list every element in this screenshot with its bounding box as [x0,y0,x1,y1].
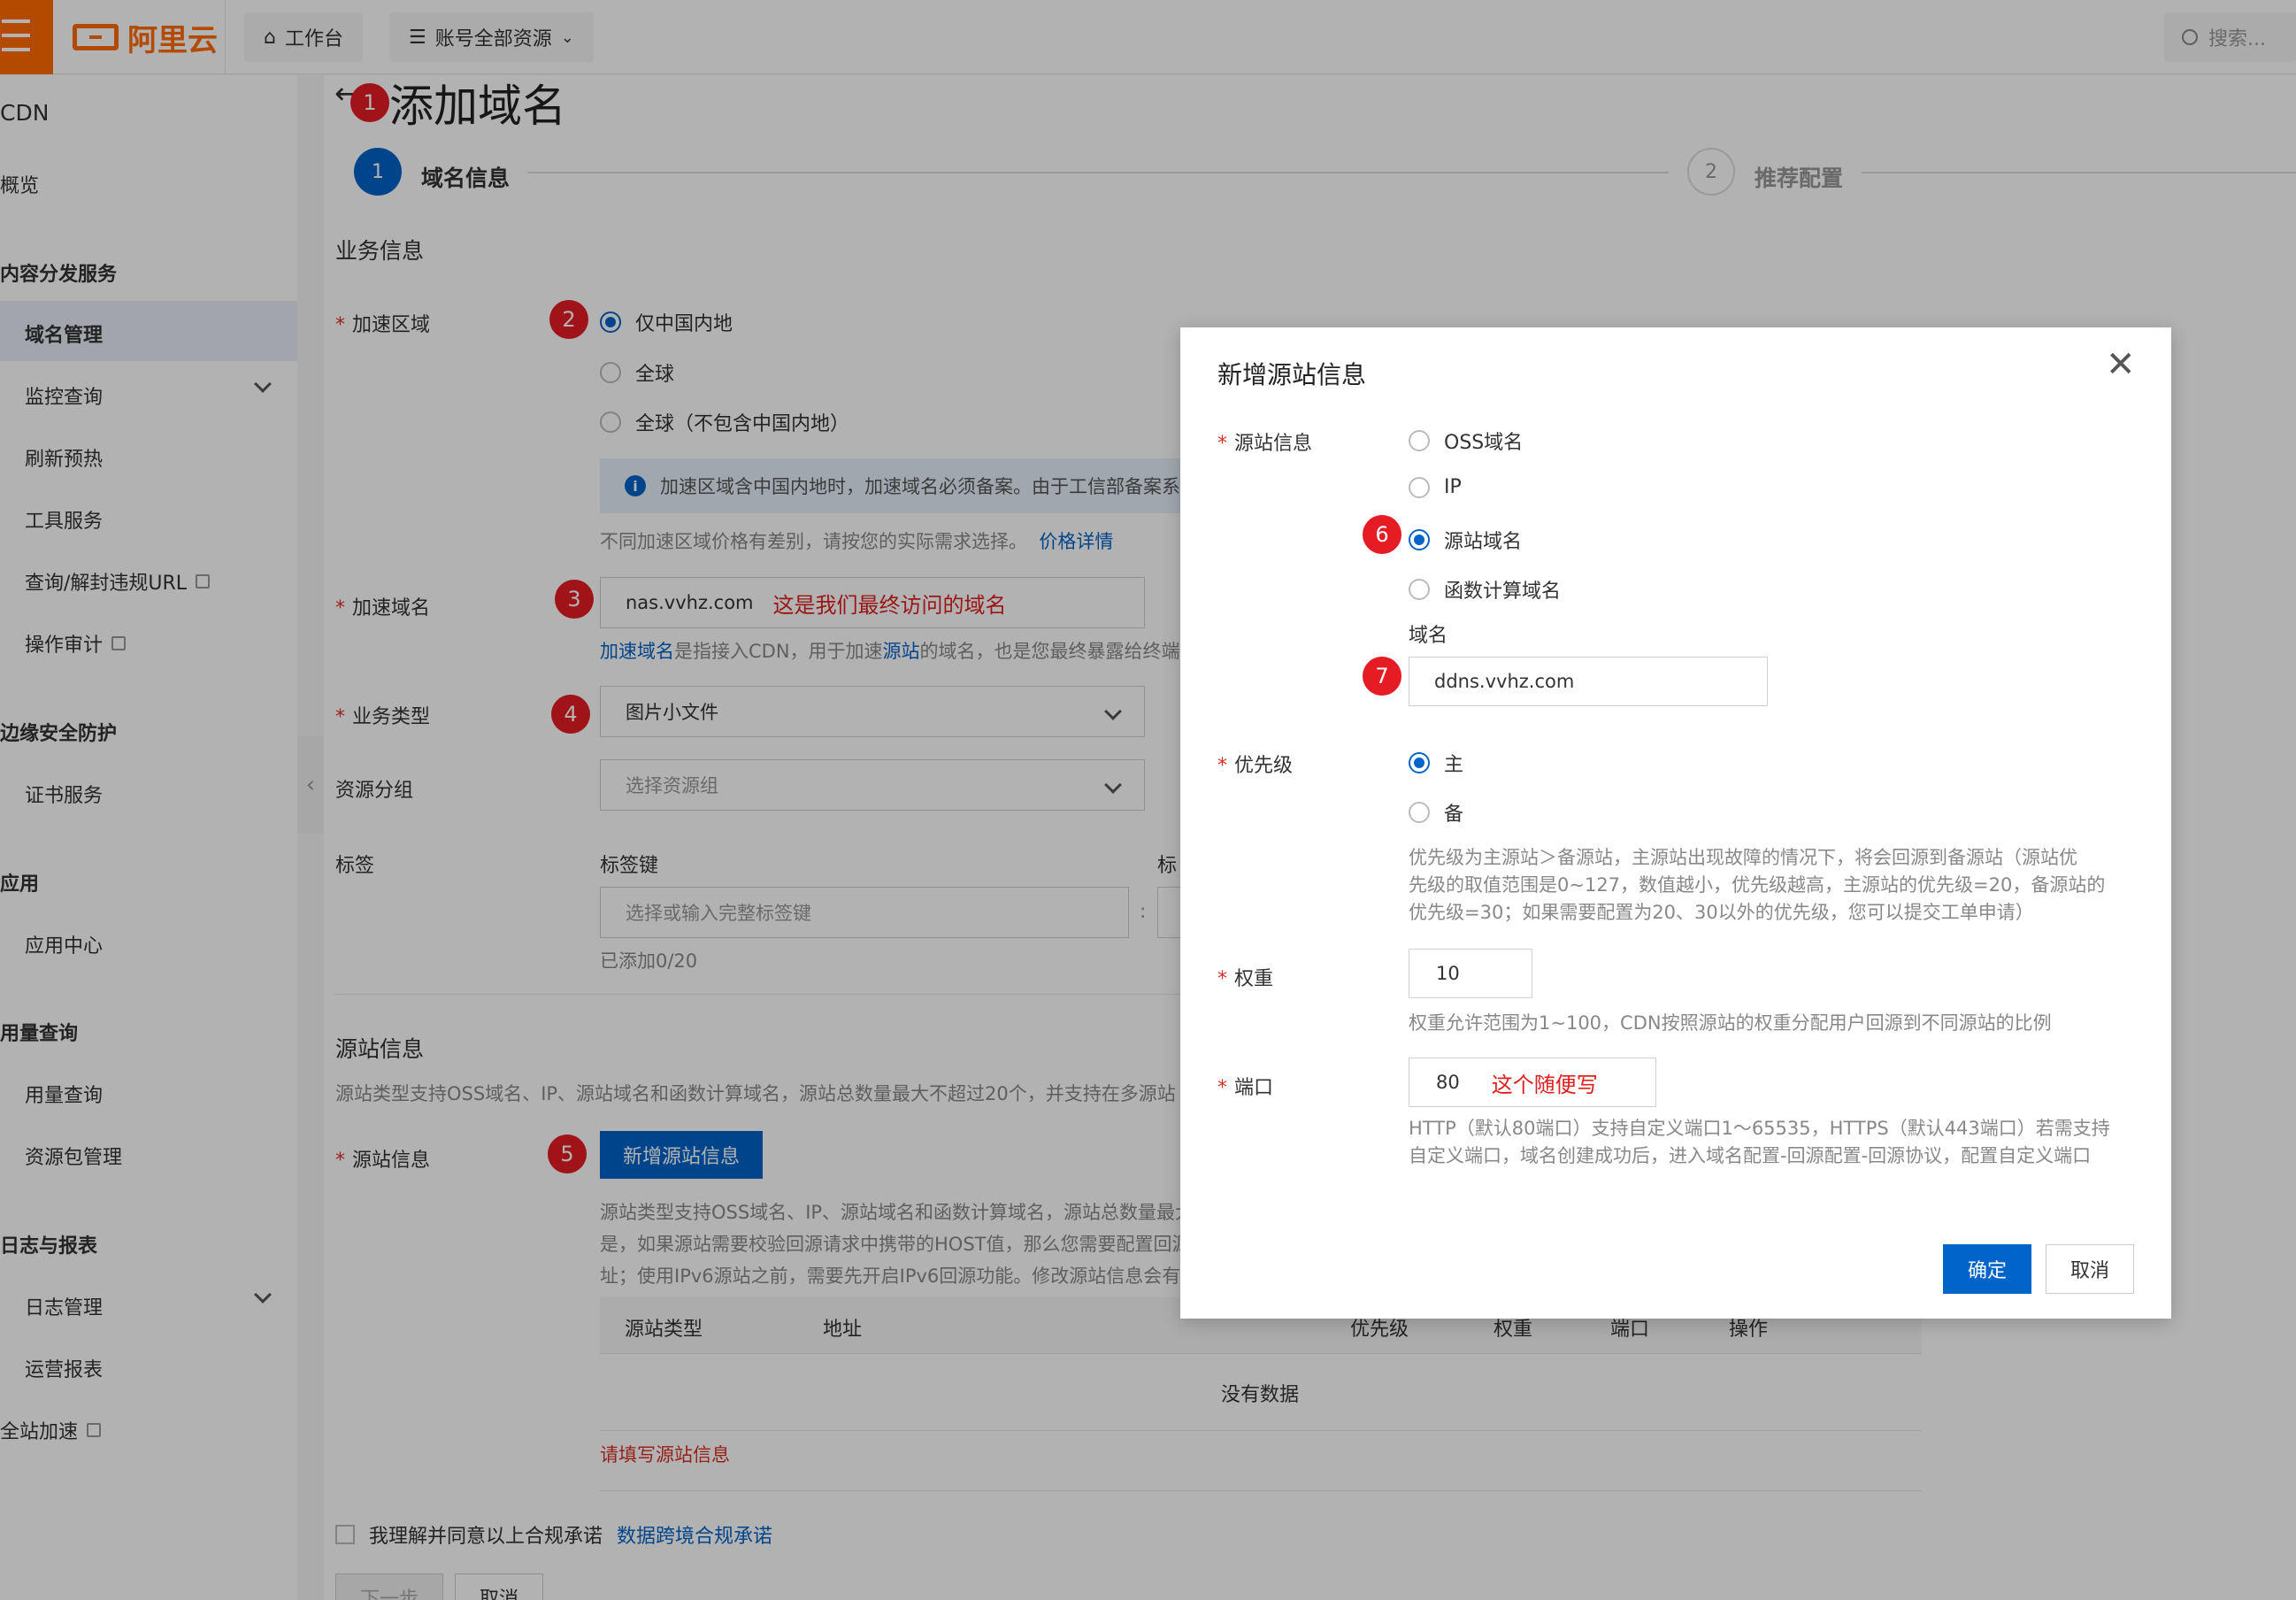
origin-type-domain[interactable]: 源站域名 [1409,526,1522,554]
dialog-origin-label: * 源站信息 [1217,433,1313,455]
dialog-priority-label: * 优先级 [1217,755,1294,777]
dialog-weight-label: * 权重 [1217,968,1274,990]
annotation-badge: 7 [1363,657,1401,696]
weight-input[interactable]: 10 [1409,949,1532,998]
dialog-cancel-button[interactable]: 取消 [2046,1244,2134,1294]
origin-type-oss[interactable]: OSS域名 [1409,427,1523,455]
dialog-domain-label: 域名 [1409,625,1448,647]
origin-domain-input[interactable]: ddns.vvhz.com [1409,657,1768,706]
port-help: HTTP（默认80端口）支持自定义端口1～65535，HTTPS（默认443端口… [1409,1118,2110,1166]
origin-type-fc[interactable]: 函数计算域名 [1409,575,1561,604]
close-icon[interactable]: ✕ [2106,347,2136,382]
origin-type-ip[interactable]: IP [1409,476,1462,498]
add-origin-dialog: 新增源站信息 ✕ * 源站信息 OSS域名 IP 6 源站域名 函数计算域名 域名… [1180,327,2171,1319]
dialog-port-label: * 端口 [1217,1077,1274,1099]
annotation-badge: 6 [1363,515,1401,554]
priority-backup[interactable]: 备 [1409,798,1463,827]
dialog-confirm-button[interactable]: 确定 [1943,1244,2031,1294]
port-input[interactable]: 80 这个随便写 [1409,1058,1656,1107]
priority-primary[interactable]: 主 [1409,749,1463,777]
priority-help: 优先级为主源站＞备源站，主源站出现故障的情况下，将会回源到备源站（源站优 先级的… [1409,847,2106,923]
port-annotation: 这个随便写 [1491,1072,1598,1097]
weight-help: 权重允许范围为1~100，CDN按照源站的权重分配用户回源到不同源站的比例 [1409,1012,2052,1034]
dialog-title: 新增源站信息 [1217,360,1367,389]
